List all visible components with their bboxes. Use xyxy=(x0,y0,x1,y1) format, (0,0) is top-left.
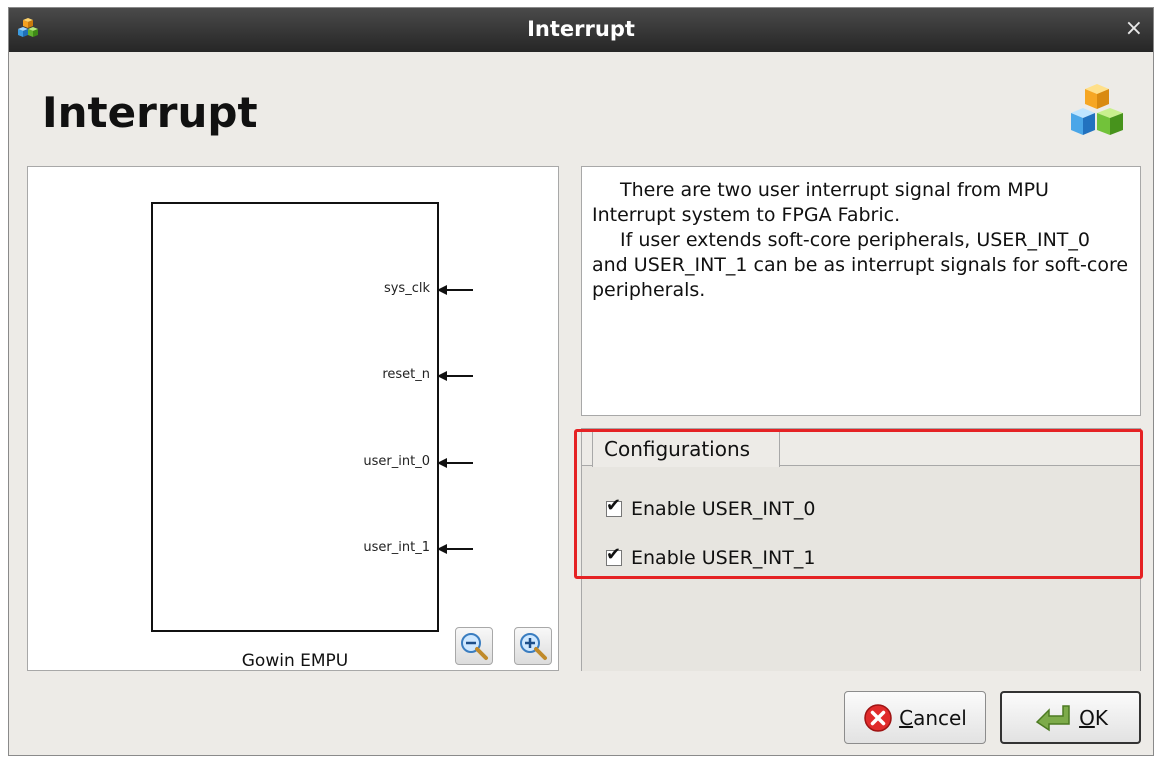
cancel-label: Cancel xyxy=(899,706,967,730)
port-label: sys_clk xyxy=(383,281,430,296)
label-rest: ancel xyxy=(913,705,967,730)
interrupt-dialog: Interrupt × Interrupt sys_clk reset_n us… xyxy=(8,7,1154,756)
page-title: Interrupt xyxy=(42,88,258,137)
ok-button[interactable]: OK xyxy=(1000,691,1141,744)
close-button[interactable]: × xyxy=(1125,16,1143,41)
zoom-in-button[interactable] xyxy=(514,627,552,665)
mnemonic-letter: O xyxy=(1079,705,1095,730)
description-box: There are two user interrupt signal from… xyxy=(581,166,1141,416)
input-arrow-icon xyxy=(437,371,473,381)
label-rest: K xyxy=(1094,705,1108,730)
colored-cubes-icon xyxy=(1071,84,1123,135)
window-title: Interrupt xyxy=(527,17,635,41)
cancel-icon xyxy=(864,703,892,732)
port-label: user_int_1 xyxy=(363,540,430,555)
empu-block xyxy=(151,202,439,632)
zoom-out-button[interactable] xyxy=(455,627,493,665)
port-label: reset_n xyxy=(382,367,430,382)
block-caption: Gowin EMPU xyxy=(241,651,349,671)
cancel-button[interactable]: Cancel xyxy=(844,691,986,744)
description-paragraph: If user extends soft-core peripherals, U… xyxy=(592,229,1129,301)
input-arrow-icon xyxy=(437,458,473,468)
description-paragraph: There are two user interrupt signal from… xyxy=(592,179,1049,226)
zoom-out-icon xyxy=(461,633,488,660)
input-arrow-icon xyxy=(437,544,473,554)
zoom-in-icon xyxy=(520,633,547,660)
block-diagram-panel: sys_clk reset_n user_int_0 user_int_1 Go… xyxy=(27,166,559,671)
title-bar[interactable]: Interrupt × xyxy=(9,8,1153,52)
port-label: user_int_0 xyxy=(363,454,430,469)
highlight-box xyxy=(574,429,1143,579)
ok-arrow-icon xyxy=(1035,704,1070,731)
input-arrow-icon xyxy=(437,285,473,295)
ok-label: OK xyxy=(1079,706,1108,730)
mnemonic-letter: C xyxy=(899,705,914,730)
